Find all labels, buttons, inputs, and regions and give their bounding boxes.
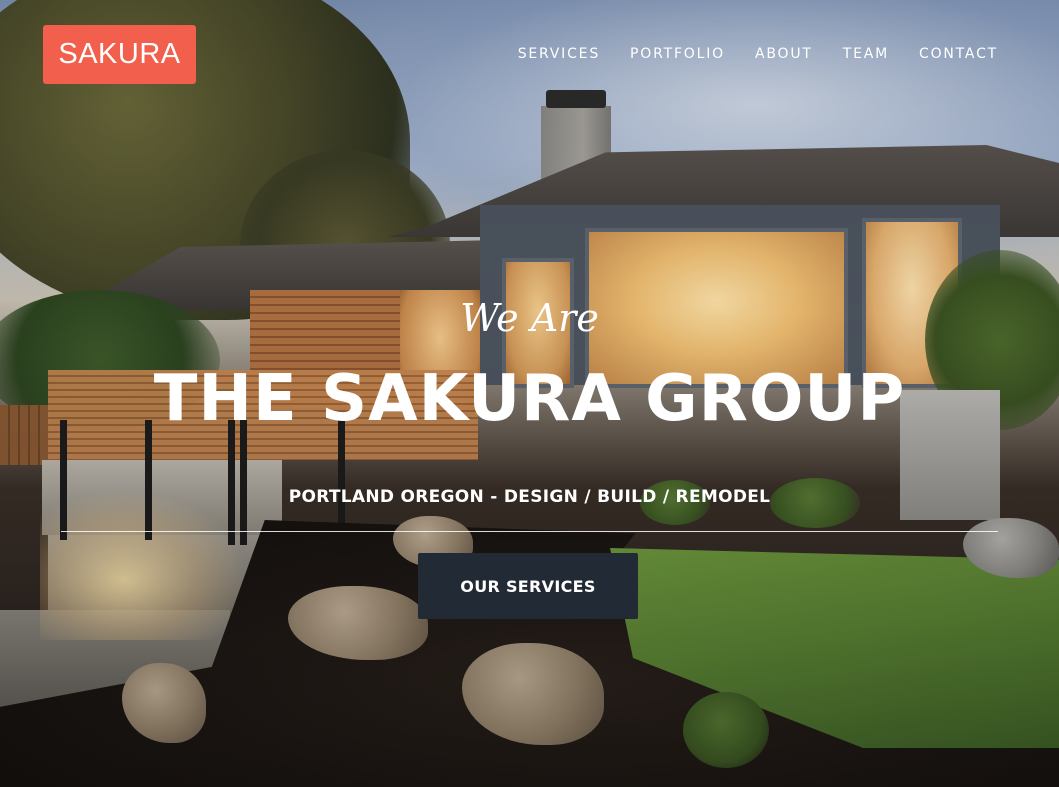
hero-headline: THE SAKURA GROUP bbox=[153, 362, 906, 436]
nav-item-contact[interactable]: CONTACT bbox=[919, 46, 998, 62]
nav-item-team[interactable]: TEAM bbox=[843, 46, 889, 62]
main-nav: SERVICES PORTFOLIO ABOUT TEAM CONTACT bbox=[518, 46, 998, 62]
nav-item-portfolio[interactable]: PORTFOLIO bbox=[630, 46, 725, 62]
hero-tagline: PORTLAND OREGON - DESIGN / BUILD / REMOD… bbox=[288, 487, 771, 507]
nav-item-services[interactable]: SERVICES bbox=[518, 46, 600, 62]
our-services-button[interactable]: OUR SERVICES bbox=[418, 553, 638, 619]
hero-intro: We Are bbox=[460, 296, 599, 340]
logo-button[interactable]: SAKURA bbox=[43, 25, 196, 84]
divider bbox=[61, 531, 998, 532]
nav-item-about[interactable]: ABOUT bbox=[755, 46, 813, 62]
hero-section: SAKURA SERVICES PORTFOLIO ABOUT TEAM CON… bbox=[0, 0, 1059, 787]
